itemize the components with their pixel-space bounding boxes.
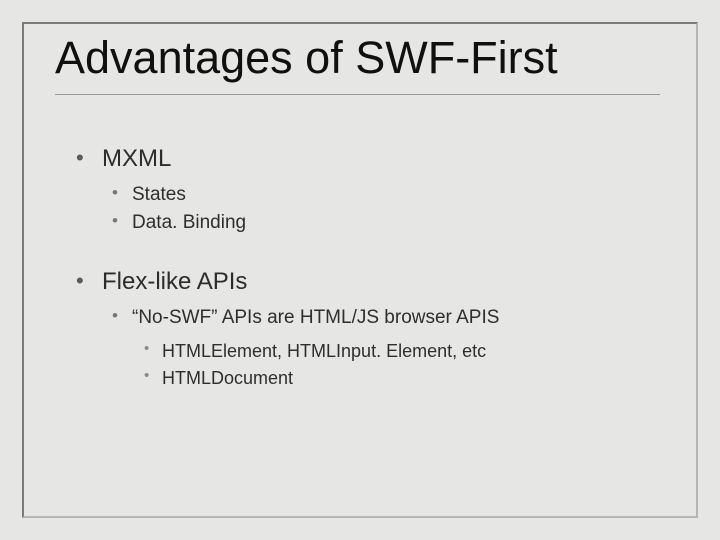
bullet-text: HTMLDocument: [162, 368, 293, 388]
list-item: MXML States Data. Binding: [72, 145, 672, 236]
list-item: Data. Binding: [106, 209, 672, 237]
list-item: HTMLElement, HTMLInput. Element, etc: [138, 338, 672, 365]
list-item: “No-SWF” APIs are HTML/JS browser APIS H…: [106, 304, 672, 392]
list-item: Flex-like APIs “No-SWF” APIs are HTML/JS…: [72, 268, 672, 392]
bullet-text: “No-SWF” APIs are HTML/JS browser APIS: [132, 307, 499, 328]
list-item: HTMLDocument: [138, 365, 672, 392]
title-divider: [55, 94, 660, 95]
bullet-text: States: [132, 184, 186, 205]
list-item: States: [106, 181, 672, 209]
slide-title: Advantages of SWF-First: [55, 32, 665, 84]
content-area: MXML States Data. Binding Flex-like APIs…: [72, 145, 672, 402]
title-area: Advantages of SWF-First: [55, 32, 665, 95]
bullet-text: HTMLElement, HTMLInput. Element, etc: [162, 341, 486, 361]
bullet-text: Flex-like APIs: [102, 268, 247, 295]
bullet-text: MXML: [102, 145, 171, 172]
bullet-text: Data. Binding: [132, 212, 246, 233]
